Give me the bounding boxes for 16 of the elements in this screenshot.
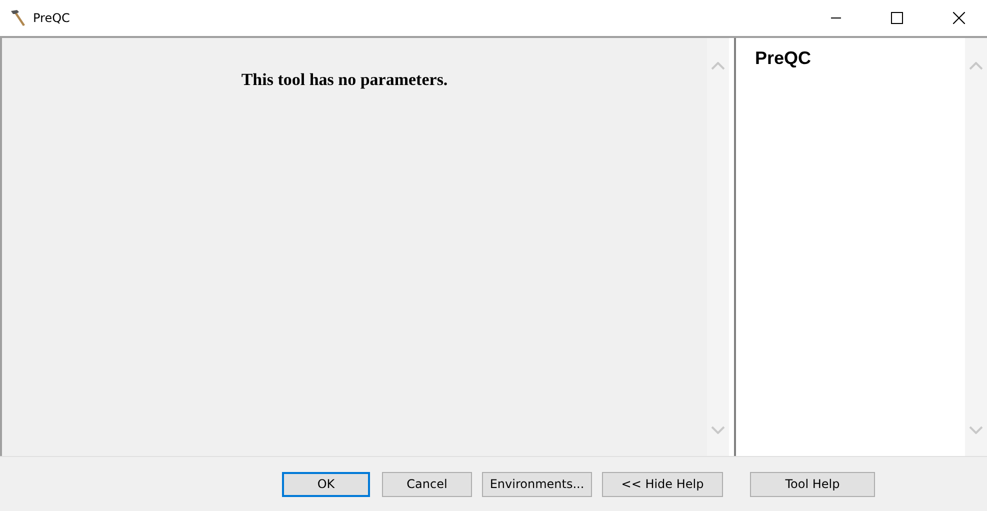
scroll-up-icon[interactable] [711, 62, 725, 70]
scrollbar[interactable] [965, 38, 987, 456]
help-title: PreQC [755, 48, 812, 68]
cancel-button[interactable]: Cancel [382, 472, 472, 496]
scroll-up-icon[interactable] [969, 62, 983, 70]
scrollbar[interactable] [707, 38, 729, 456]
maximize-icon[interactable] [891, 12, 903, 24]
scroll-down-icon[interactable] [969, 426, 983, 434]
environments-button[interactable]: Environments... [482, 472, 592, 496]
hide-help-button[interactable]: << Hide Help [602, 472, 723, 496]
tool-help-button[interactable]: Tool Help [750, 472, 875, 496]
ok-button[interactable]: OK [282, 472, 370, 496]
message-text: This tool has no parameters. [241, 70, 448, 90]
close-icon[interactable] [953, 12, 965, 24]
window-title: PreQC [33, 11, 70, 25]
scroll-down-icon[interactable] [711, 426, 725, 434]
